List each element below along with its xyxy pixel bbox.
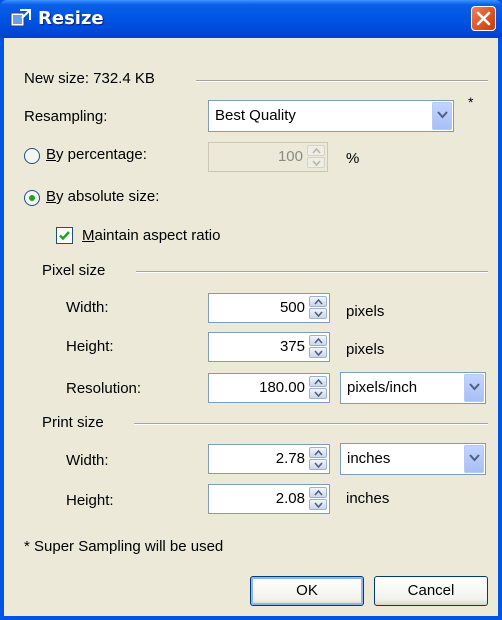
print-unit-select[interactable]: inches	[340, 443, 486, 475]
close-button[interactable]	[471, 6, 496, 31]
chevron-down-icon	[437, 111, 448, 119]
cancel-button[interactable]: Cancel	[374, 576, 488, 606]
pixel-height-label: Height:	[66, 338, 114, 355]
print-width-spinner[interactable]	[309, 447, 327, 471]
new-size-divider	[196, 80, 488, 82]
close-icon	[476, 11, 491, 26]
resolution-unit-select[interactable]: pixels/inch	[340, 372, 486, 404]
spin-up-icon[interactable]	[309, 376, 327, 387]
resampling-value: Best Quality	[215, 107, 296, 124]
resize-dialog: Resize New size: 732.4 KB Resampling: Be…	[0, 0, 502, 620]
print-width-label: Width:	[66, 452, 109, 469]
pixel-size-heading: Pixel size	[42, 262, 106, 279]
chevron-down-icon	[469, 454, 480, 462]
pixel-height-unit: pixels	[346, 341, 385, 358]
print-height-unit: inches	[346, 490, 390, 507]
print-width-input[interactable]: 2.78	[208, 444, 330, 474]
spin-down-icon[interactable]	[309, 347, 327, 358]
by-absolute-size-label[interactable]: By absolute size:	[46, 188, 159, 205]
spin-up-icon[interactable]	[309, 487, 327, 498]
ok-button[interactable]: OK	[250, 576, 364, 606]
spin-down-icon[interactable]	[309, 308, 327, 319]
spin-down-icon[interactable]	[309, 459, 327, 470]
spin-up-icon[interactable]	[309, 335, 327, 346]
resampling-dropdown-button[interactable]	[432, 102, 452, 130]
pixel-height-spinner[interactable]	[309, 335, 327, 359]
checkmark-icon	[59, 231, 70, 241]
resolution-label: Resolution:	[66, 380, 142, 397]
pixel-size-divider	[136, 271, 488, 273]
print-size-divider	[134, 423, 488, 425]
spin-up-icon[interactable]	[309, 296, 327, 307]
resolution-input[interactable]: 180.00	[208, 373, 330, 403]
pixel-height-input[interactable]: 375	[208, 332, 330, 362]
maintain-aspect-checkbox[interactable]	[56, 227, 73, 244]
maintain-aspect-label[interactable]: Maintain aspect ratio	[82, 227, 220, 244]
resampling-label: Resampling:	[24, 108, 108, 125]
chevron-down-icon	[469, 383, 480, 391]
pixel-width-input[interactable]: 500	[208, 293, 330, 323]
print-height-spinner[interactable]	[309, 487, 327, 511]
resampling-select[interactable]: Best Quality	[208, 100, 454, 132]
title-bar[interactable]: Resize	[0, 0, 502, 38]
print-height-input[interactable]: 2.08	[208, 484, 330, 514]
window-title: Resize	[38, 8, 104, 29]
resolution-spinner[interactable]	[309, 376, 327, 400]
pixel-width-unit: pixels	[346, 303, 385, 320]
by-percentage-radio[interactable]	[24, 148, 40, 164]
spin-up-icon	[307, 145, 325, 156]
resolution-unit-value: pixels/inch	[347, 379, 418, 396]
radio-selected-dot	[29, 195, 35, 201]
by-absolute-size-radio[interactable]	[24, 190, 40, 206]
print-size-heading: Print size	[42, 414, 104, 431]
percentage-input: 100	[208, 142, 328, 172]
resize-app-icon	[10, 9, 31, 27]
spin-down-icon[interactable]	[309, 388, 327, 399]
dialog-body: New size: 732.4 KB Resampling: Best Qual…	[4, 38, 498, 616]
resolution-unit-dropdown-button[interactable]	[464, 374, 484, 402]
pixel-width-label: Width:	[66, 299, 109, 316]
percentage-spinner	[307, 145, 325, 169]
print-height-label: Height:	[66, 492, 114, 509]
spin-up-icon[interactable]	[309, 447, 327, 458]
new-size-text: New size: 732.4 KB	[24, 70, 155, 87]
spin-down-icon	[307, 157, 325, 168]
by-percentage-label[interactable]: By percentage:	[46, 146, 147, 163]
super-sampling-asterisk: *	[468, 94, 474, 110]
super-sampling-footnote: * Super Sampling will be used	[24, 538, 224, 555]
spin-down-icon[interactable]	[309, 499, 327, 510]
print-unit-dropdown-button[interactable]	[464, 445, 484, 473]
percentage-unit: %	[346, 150, 360, 167]
pixel-width-spinner[interactable]	[309, 296, 327, 320]
print-unit-value: inches	[347, 450, 391, 467]
